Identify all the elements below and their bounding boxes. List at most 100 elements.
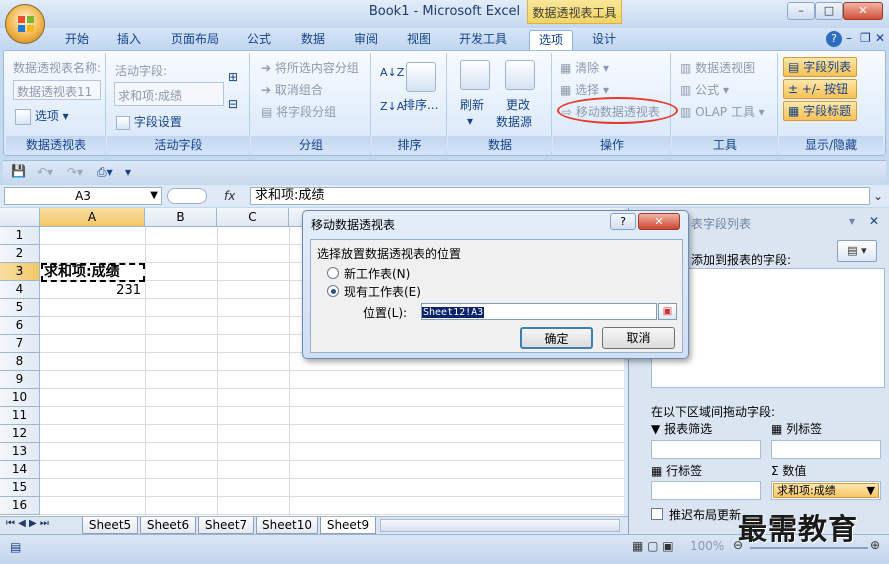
horizontal-scrollbar[interactable] — [380, 519, 620, 532]
row-header-4[interactable]: 4 — [0, 281, 40, 299]
row-header-5[interactable]: 5 — [0, 299, 40, 317]
close-window-button[interactable]: ✕ — [843, 2, 883, 20]
row-header-3[interactable]: 3 — [0, 263, 40, 281]
collapse-dialog-icon[interactable]: ▣ — [658, 303, 677, 320]
pane-options-icon[interactable]: ▾ — [849, 214, 855, 228]
redo-icon[interactable]: ↷▾ — [67, 165, 83, 179]
clear-button[interactable]: ▦ 清除 ▾ — [560, 59, 609, 76]
save-icon[interactable]: 💾 — [11, 164, 26, 178]
dialog-help-button[interactable]: ? — [610, 213, 636, 230]
formula-input[interactable]: 求和项:成绩 — [250, 187, 870, 205]
row-header-2[interactable]: 2 — [0, 245, 40, 263]
tab-page-layout[interactable]: 页面布局 — [163, 30, 227, 50]
formulas-button[interactable]: ▥ 公式 ▾ — [680, 81, 729, 98]
sheet-nav-icons[interactable]: ⏮ ◀ ▶ ⏭ — [6, 518, 49, 529]
active-field-input[interactable]: 求和项:成绩 — [114, 82, 224, 106]
ribbon-restore-icon[interactable]: ❐ — [860, 31, 871, 45]
tab-developer[interactable]: 开发工具 — [451, 30, 515, 50]
name-box[interactable]: A3 ▼ — [4, 187, 162, 205]
values-item-dropdown-icon[interactable]: ▼ — [867, 484, 875, 497]
expand-field-icon[interactable]: ⊞ — [228, 70, 238, 84]
plus-minus-buttons-toggle[interactable]: ± +/- 按钮 — [783, 79, 857, 99]
row-header-6[interactable]: 6 — [0, 317, 40, 335]
minimize-button[interactable]: – — [787, 2, 815, 20]
field-headers-toggle[interactable]: ▦ 字段标题 — [783, 101, 857, 121]
tab-home[interactable]: 开始 — [56, 30, 98, 50]
row-header-7[interactable]: 7 — [0, 335, 40, 353]
sort-button[interactable]: 排序... — [403, 96, 438, 113]
row-header-15[interactable]: 15 — [0, 479, 40, 497]
tab-data[interactable]: 数据 — [292, 30, 334, 50]
fx-icon[interactable]: fx — [224, 189, 235, 203]
row-labels-area[interactable] — [651, 481, 761, 500]
cell-a3-selected[interactable]: 求和项:成绩 — [41, 263, 145, 282]
row-header-9[interactable]: 9 — [0, 371, 40, 389]
field-layout-button[interactable]: ▤ ▾ — [837, 240, 877, 262]
tab-insert[interactable]: 插入 — [108, 30, 150, 50]
select-all-corner[interactable] — [0, 208, 40, 227]
sheet-tab-sheet9[interactable]: Sheet9 — [320, 517, 376, 534]
field-list-toggle[interactable]: ▤ 字段列表 — [783, 57, 857, 77]
ribbon-minimize-icon[interactable]: – — [846, 31, 852, 45]
change-source-button-line1[interactable]: 更改 — [506, 96, 530, 113]
group-selection-button[interactable]: ➔ 将所选内容分组 — [261, 59, 359, 76]
macro-record-icon[interactable]: ▤ — [10, 540, 21, 554]
tab-formulas[interactable]: 公式 — [238, 30, 280, 50]
column-header-a[interactable]: A — [40, 208, 145, 227]
pane-close-icon[interactable]: ✕ — [869, 214, 879, 228]
ribbon-close-icon[interactable]: ✕ — [875, 31, 885, 45]
name-box-dropdown-icon[interactable]: ▼ — [150, 188, 158, 204]
row-header-13[interactable]: 13 — [0, 443, 40, 461]
sort-az-icon[interactable]: A↓Z — [380, 66, 404, 79]
row-header-10[interactable]: 10 — [0, 389, 40, 407]
sort-za-icon[interactable]: Z↓A — [380, 100, 404, 113]
select-button[interactable]: ▦ 选择 ▾ — [560, 81, 609, 98]
row-header-16[interactable]: 16 — [0, 497, 40, 515]
cancel-button[interactable]: 取消 — [602, 327, 675, 349]
group-field-button[interactable]: ▤ 将字段分组 — [261, 103, 336, 120]
sheet-tab-sheet10[interactable]: Sheet10 — [256, 517, 318, 534]
column-header-c[interactable]: C — [217, 208, 289, 227]
row-header-1[interactable]: 1 — [0, 227, 40, 245]
tab-review[interactable]: 审阅 — [345, 30, 387, 50]
ok-button[interactable]: 确定 — [520, 327, 593, 349]
values-field-item[interactable]: 求和项:成绩 ▼ — [773, 483, 879, 498]
location-input[interactable]: Sheet12!A3 — [421, 303, 657, 320]
zoom-in-icon[interactable]: ⊕ — [870, 538, 880, 552]
refresh-dropdown-icon[interactable]: ▾ — [467, 114, 473, 128]
field-settings-button[interactable]: 字段设置 — [116, 113, 182, 130]
column-header-b[interactable]: B — [145, 208, 217, 227]
maximize-button[interactable]: □ — [815, 2, 843, 20]
undo-icon[interactable]: ↶▾ — [37, 165, 53, 179]
tab-view[interactable]: 视图 — [398, 30, 440, 50]
column-labels-area[interactable] — [771, 440, 881, 459]
pivot-name-input[interactable]: 数据透视表11 — [13, 80, 101, 100]
defer-update-checkbox[interactable] — [651, 508, 663, 520]
tab-options[interactable]: 选项 — [529, 30, 573, 50]
refresh-button[interactable]: 刷新 — [460, 96, 484, 113]
sheet-tab-sheet7[interactable]: Sheet7 — [198, 517, 254, 534]
ungroup-button[interactable]: ➔ 取消组合 — [261, 81, 323, 98]
change-source-button-line2[interactable]: 数据源 — [496, 113, 532, 130]
radio-new-worksheet[interactable] — [327, 267, 339, 279]
dialog-close-button[interactable]: ✕ — [638, 213, 680, 230]
help-icon[interactable]: ? — [826, 31, 842, 47]
radio-existing-worksheet[interactable] — [327, 285, 339, 297]
collapse-field-icon[interactable]: ⊟ — [228, 97, 238, 111]
report-filter-area[interactable] — [651, 440, 761, 459]
pivot-chart-button[interactable]: ▥ 数据透视图 — [680, 59, 755, 76]
print-preview-icon[interactable]: ⎙▾ — [97, 165, 113, 180]
olap-tools-button[interactable]: ▥ OLAP 工具 ▾ — [680, 103, 765, 120]
customize-qat-icon[interactable]: ▾ — [125, 165, 131, 179]
zoom-level[interactable]: 100% — [690, 539, 724, 553]
view-buttons-icons[interactable]: ▦ ▢ ▣ — [632, 539, 674, 553]
sheet-tab-sheet5[interactable]: Sheet5 — [82, 517, 138, 534]
formula-bar-expand-icon[interactable]: ⌄ — [873, 189, 883, 203]
sheet-tab-sheet6[interactable]: Sheet6 — [140, 517, 196, 534]
row-header-8[interactable]: 8 — [0, 353, 40, 371]
tab-design[interactable]: 设计 — [583, 30, 625, 50]
row-header-12[interactable]: 12 — [0, 425, 40, 443]
office-button[interactable] — [5, 4, 45, 44]
row-header-11[interactable]: 11 — [0, 407, 40, 425]
pivot-options-button[interactable]: 选项 ▾ — [15, 107, 69, 125]
